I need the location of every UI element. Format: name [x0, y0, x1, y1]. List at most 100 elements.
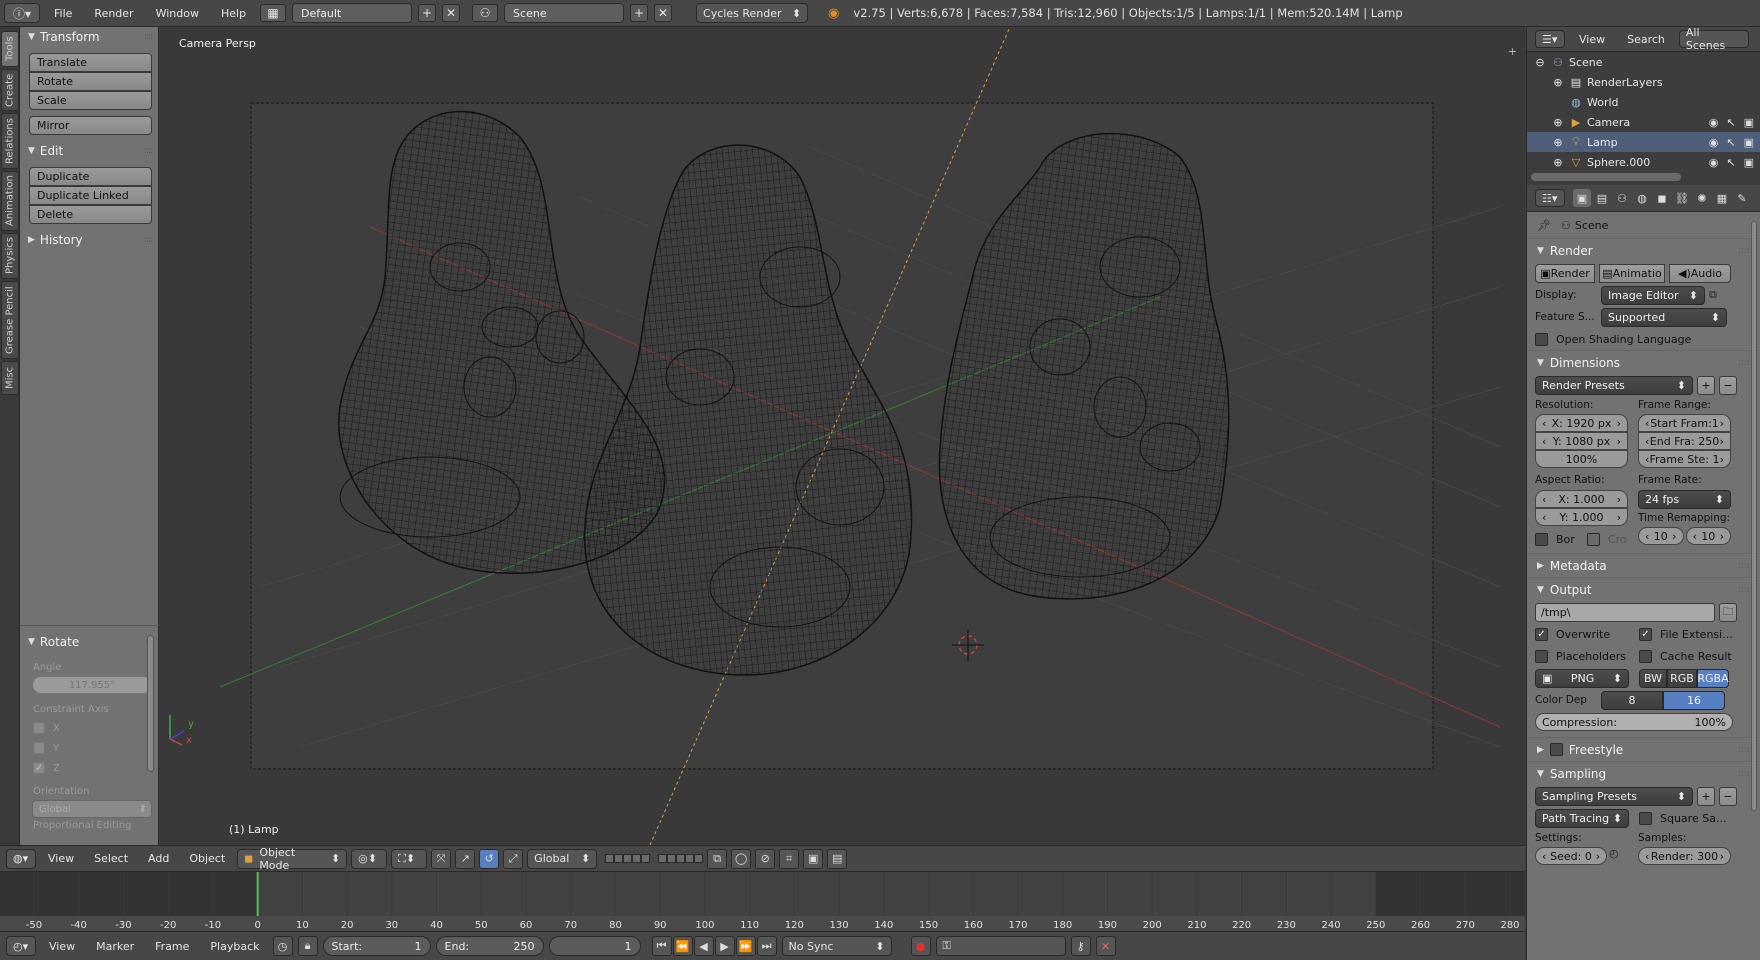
display-mode-dropdown[interactable]: All Scenes	[1678, 26, 1749, 52]
transform-panel-header[interactable]: ▼ Transform ::::	[20, 27, 158, 47]
frame-rate-dropdown[interactable]: 24 fps ⬍	[1638, 490, 1731, 509]
animated-seed-icon[interactable]: ◴	[1609, 847, 1619, 865]
resolution-percentage-slider[interactable]: 100%	[1535, 450, 1628, 468]
outliner-item-sphere[interactable]: ⊕ ▽ Sphere.000 ◉ ↖ ▣	[1527, 152, 1760, 172]
square-samples-checkbox[interactable]: Square Sa...	[1639, 811, 1726, 825]
jump-end-button[interactable]: ⏭	[756, 936, 777, 956]
drag-grip-icon[interactable]: ::::	[1738, 745, 1750, 755]
overwrite-checkbox[interactable]: ✓ Overwrite	[1535, 627, 1635, 641]
duplicate-button[interactable]: Duplicate	[29, 167, 152, 186]
pivot-dropdown[interactable]: ⛶⬍	[391, 848, 428, 869]
render-still-button[interactable]: ▣ Render	[1535, 263, 1595, 283]
shading-dropdown[interactable]: ◎⬍	[351, 848, 388, 869]
layer-buttons[interactable]	[605, 854, 651, 863]
color-depth-8[interactable]: 8	[1601, 690, 1663, 710]
expand-icon[interactable]: ⊕	[1551, 155, 1565, 169]
tab-misc[interactable]: Misc	[1, 361, 19, 395]
properties-scrollbar[interactable]	[1751, 221, 1757, 811]
mode-dropdown[interactable]: ◼ Object Mode ⬍	[237, 846, 348, 872]
display-dropdown[interactable]: Image Editor ⬍	[1601, 285, 1705, 305]
menu-add[interactable]: Add	[140, 852, 177, 865]
drag-grip-icon[interactable]: ::::	[1738, 246, 1750, 256]
drag-grip-icon[interactable]: ::::	[1738, 561, 1750, 571]
crop-checkbox[interactable]: Cro	[1586, 532, 1627, 546]
end-frame-field[interactable]: End: 250	[435, 936, 544, 956]
add-scene-button[interactable]: +	[630, 4, 649, 22]
collapse-icon[interactable]: ⊖	[1533, 55, 1547, 69]
transform-orientation-dropdown[interactable]: Global ⬍	[527, 848, 598, 869]
menu-window[interactable]: Window	[148, 3, 207, 23]
proportional-edit-button[interactable]: ◯	[731, 848, 752, 869]
editor-type-info-button[interactable]: ⓘ▾	[4, 3, 40, 23]
menu-playback[interactable]: Playback	[202, 940, 267, 953]
file-extensions-checkbox[interactable]: ✓ File Extensi...	[1639, 627, 1733, 641]
border-checkbox[interactable]: Bor	[1535, 532, 1575, 546]
color-depth-16[interactable]: 16	[1663, 690, 1725, 710]
expand-icon[interactable]: ⊕	[1551, 135, 1565, 149]
tab-render-layers[interactable]: ▤	[1593, 189, 1611, 207]
feature-set-dropdown[interactable]: Supported ⬍	[1601, 307, 1727, 327]
resolution-x-field[interactable]: ‹ X: 1920 px ›	[1535, 414, 1628, 432]
screen-layout-field[interactable]: Default	[292, 3, 413, 23]
output-path-field[interactable]: /tmp\	[1535, 602, 1715, 622]
rotate-operator-header[interactable]: ▼ Rotate ::::	[20, 632, 159, 652]
aspect-y-field[interactable]: ‹ Y: 1.000 ›	[1535, 508, 1628, 526]
pin-icon[interactable]: 📌︎	[1537, 219, 1551, 232]
aspect-x-field[interactable]: ‹ X: 1.000 ›	[1535, 490, 1628, 508]
tab-object[interactable]: ◼	[1653, 189, 1671, 207]
outliner-item-camera[interactable]: ⊕ ▶ Camera ◉ ↖ ▣	[1527, 112, 1760, 132]
render-icon[interactable]: ▣	[1744, 156, 1754, 169]
drag-grip-icon[interactable]: ::::	[144, 235, 153, 245]
prev-keyframe-button[interactable]: ⏪	[672, 936, 693, 956]
constraint-z-checkbox[interactable]: ✓ Z	[20, 758, 159, 778]
preview-range-button[interactable]: ◷	[272, 936, 293, 956]
menu-search[interactable]: Search	[1619, 33, 1673, 46]
start-frame-field[interactable]: Start: 1	[322, 936, 431, 956]
menu-frame[interactable]: Frame	[147, 940, 197, 953]
manipulator-toggle-button[interactable]: ⤧	[431, 848, 452, 869]
remove-layout-button[interactable]: ✕	[442, 4, 461, 22]
current-frame-field[interactable]: 1	[548, 936, 641, 956]
cursor-icon[interactable]: ↖	[1726, 116, 1735, 129]
drag-grip-icon[interactable]: ::::	[1738, 769, 1750, 779]
integrator-dropdown[interactable]: Path Tracing ⬍	[1535, 808, 1629, 828]
duplicate-linked-button[interactable]: Duplicate Linked	[29, 186, 152, 205]
translate-button[interactable]: Translate	[29, 53, 152, 72]
menu-marker[interactable]: Marker	[88, 940, 142, 953]
tab-animation[interactable]: Animation	[1, 171, 19, 231]
remove-sampling-preset-button[interactable]: −	[1719, 786, 1737, 806]
layer-buttons-2[interactable]	[658, 854, 704, 863]
render-icon[interactable]: ▣	[1744, 116, 1754, 129]
eye-icon[interactable]: ◉	[1709, 136, 1719, 149]
scale-button[interactable]: Scale	[29, 91, 152, 110]
constraint-y-checkbox[interactable]: Y	[20, 738, 159, 758]
insert-keyframe-button[interactable]: ⚷	[1070, 936, 1091, 956]
3d-viewport[interactable]: y x Camera Persp (1) Lamp +	[160, 27, 1525, 845]
operator-scrollbar[interactable]	[147, 635, 154, 772]
color-mode-rgb[interactable]: RGB	[1667, 668, 1697, 688]
menu-file[interactable]: File	[46, 3, 80, 23]
file-format-dropdown[interactable]: ▣ PNG ⬍	[1535, 668, 1629, 688]
start-frame-field[interactable]: ‹ Start Fram:1 ›	[1638, 414, 1731, 432]
sync-dropdown[interactable]: No Sync ⬍	[781, 936, 892, 956]
menu-view[interactable]: View	[41, 940, 83, 953]
compression-slider[interactable]: Compression: 100%	[1535, 713, 1733, 731]
menu-view[interactable]: View	[1571, 33, 1613, 46]
drag-grip-icon[interactable]: ::::	[144, 146, 153, 156]
editor-type-properties-button[interactable]: ☷▾	[1535, 189, 1565, 207]
color-mode-bw[interactable]: BW	[1639, 668, 1667, 688]
tab-world[interactable]: ◍	[1633, 189, 1651, 207]
outliner-item-lamp[interactable]: ⊕ 💡︎ Lamp ◉ ↖ ▣	[1527, 132, 1760, 152]
remap-new-field[interactable]: ‹ 10 ›	[1685, 527, 1731, 545]
screen-layout-browse-button[interactable]: ▦	[260, 4, 287, 22]
angle-field[interactable]: 117.955°	[32, 676, 152, 694]
render-animation-button[interactable]: ▤ Animatio	[1599, 263, 1665, 283]
eye-icon[interactable]: ◉	[1709, 156, 1719, 169]
osl-checkbox[interactable]: Open Shading Language	[1535, 332, 1691, 346]
render-samples-field[interactable]: ‹ Render: 300 ›	[1638, 847, 1731, 865]
add-layout-button[interactable]: +	[418, 4, 437, 22]
tab-texture[interactable]: ▦	[1713, 189, 1731, 207]
editor-type-outliner-button[interactable]: ☰▾	[1535, 30, 1565, 48]
metadata-panel-header[interactable]: ▶ Metadata ::::	[1527, 553, 1760, 577]
auto-keying-button[interactable]: ●	[910, 936, 931, 956]
